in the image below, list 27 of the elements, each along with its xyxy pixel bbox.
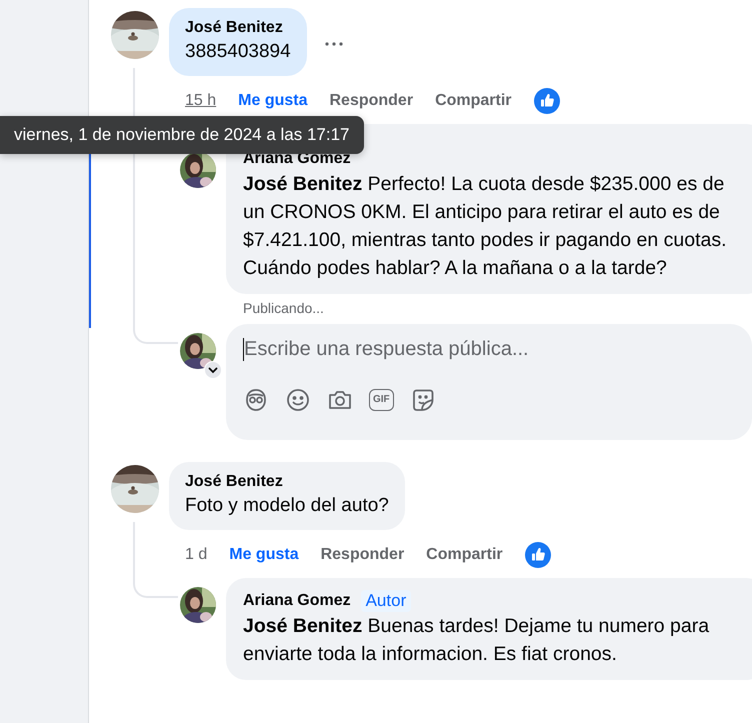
reply-text: José Benitez Perfecto! La cuota desde $235.000 es de un CRONOS 0KM. El anticipo para retirar el auto es de $7.421.100, mientras tanto podes ir pagando en cuotas. Cuándo podes hablar? A la mañana o a la tarde? — [243, 172, 728, 281]
reply-link[interactable]: Responder — [320, 546, 404, 564]
timestamp-link[interactable]: 15 h — [185, 92, 216, 110]
like-link[interactable]: Me gusta — [229, 546, 299, 564]
like-reaction-icon[interactable] — [524, 542, 551, 568]
chevron-down-icon[interactable] — [204, 361, 222, 379]
author-badge: Autor — [360, 590, 412, 612]
date-tooltip: viernes, 1 de noviembre de 2024 a las 17:17 — [0, 116, 364, 154]
comment-text: Foto y modelo del auto? — [185, 494, 389, 518]
reply-text: José Benitez Buenas tardes! Dejame tu numero para enviarte toda la informacion. Es fiat cronos. — [243, 614, 710, 667]
thread-connector — [133, 578, 178, 598]
author-name[interactable]: José Benitez — [185, 471, 389, 493]
comment-text: 3885403894 — [185, 40, 291, 64]
emoji-icon[interactable] — [285, 387, 311, 413]
reply-link[interactable]: Responder — [329, 92, 414, 110]
like-reaction-icon[interactable] — [534, 88, 560, 114]
reply-input-field[interactable]: Escribe una respuesta pública... GIF — [226, 324, 752, 440]
avatar-sticker-icon[interactable] — [243, 387, 269, 413]
author-name[interactable]: José Benitez — [185, 17, 291, 39]
posting-status: Publicando... — [243, 300, 325, 316]
author-name[interactable]: Ariana Gomez — [243, 590, 351, 612]
timestamp-link[interactable]: 1 d — [185, 546, 208, 564]
share-link[interactable]: Compartir — [426, 546, 503, 564]
share-link[interactable]: Compartir — [435, 92, 512, 110]
like-link[interactable]: Me gusta — [238, 92, 308, 110]
gif-button[interactable]: GIF — [369, 389, 394, 411]
thread-connector — [133, 324, 178, 344]
